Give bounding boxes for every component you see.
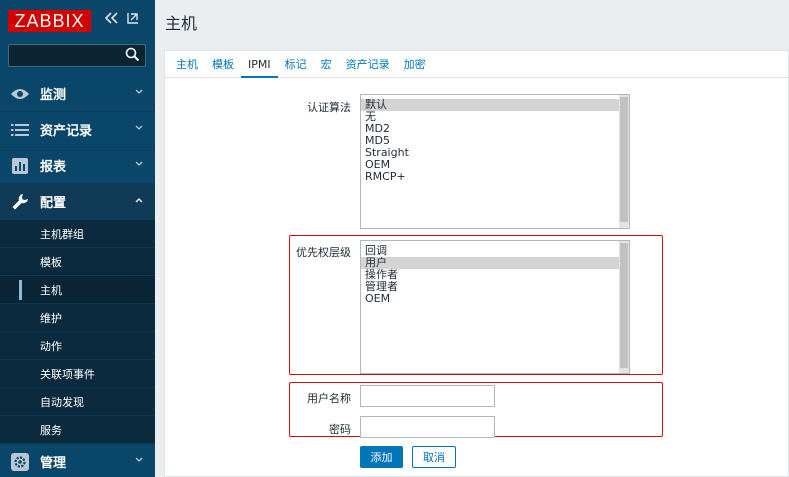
tab-host[interactable]: 主机 xyxy=(169,51,205,78)
auth-option-none[interactable]: 无 xyxy=(361,111,629,123)
privilege-listbox-scrollbar[interactable] xyxy=(619,241,629,373)
submenu-item-templates[interactable]: 模板 xyxy=(0,248,155,276)
wrench-icon xyxy=(10,192,30,212)
auth-listbox-scrollbar[interactable] xyxy=(619,95,629,228)
menu-item-configuration[interactable]: 配置 xyxy=(0,184,155,220)
privilege-option-admin[interactable]: 管理者 xyxy=(361,281,629,293)
auth-algorithm-label: 认证算法 xyxy=(307,101,351,114)
submenu-item-actions[interactable]: 动作 xyxy=(0,332,155,360)
username-label: 用户名称 xyxy=(307,392,351,405)
submenu-item-discovery[interactable]: 自动发现 xyxy=(0,388,155,416)
bar-chart-icon xyxy=(10,156,30,176)
username-input[interactable] xyxy=(360,385,495,407)
sidebar: ZABBIX 监测 资产记录 报表 配置 主机群组 模板 主机 维护 动作 关联… xyxy=(0,0,155,477)
page-title: 主机 xyxy=(165,14,198,33)
privilege-option-user[interactable]: 用户 xyxy=(361,257,629,269)
submenu-item-event-correlation[interactable]: 关联项事件 xyxy=(0,360,155,388)
privilege-level-listbox[interactable]: 回调 用户 操作者 管理者 OEM xyxy=(360,240,630,374)
page-header: 主机 xyxy=(155,0,789,42)
tab-encryption[interactable]: 加密 xyxy=(397,51,433,78)
configuration-submenu: 主机群组 模板 主机 维护 动作 关联项事件 自动发现 服务 xyxy=(0,220,155,444)
password-input[interactable] xyxy=(360,416,495,438)
zabbix-logo[interactable]: ZABBIX xyxy=(8,10,91,32)
chevron-down-icon xyxy=(135,123,143,134)
scroll-thumb[interactable] xyxy=(620,243,628,368)
submenu-item-host-groups[interactable]: 主机群组 xyxy=(0,220,155,248)
password-label: 密码 xyxy=(329,423,351,436)
submenu-item-services[interactable]: 服务 xyxy=(0,416,155,444)
privilege-level-label: 优先权层级 xyxy=(296,246,351,259)
tab-macros[interactable]: 宏 xyxy=(314,51,339,78)
privilege-option-oem[interactable]: OEM xyxy=(361,293,629,305)
auth-option-md2[interactable]: MD2 xyxy=(361,123,629,135)
auth-algorithm-listbox[interactable]: 默认 无 MD2 MD5 Straight OEM RMCP+ xyxy=(360,94,630,229)
host-form-panel: 主机 模板 IPMI 标记 宏 资产记录 加密 认证算法 默认 无 MD2 MD… xyxy=(164,50,789,477)
scroll-thumb[interactable] xyxy=(620,97,628,222)
tab-inventory[interactable]: 资产记录 xyxy=(339,51,397,78)
add-button[interactable]: 添加 xyxy=(360,446,403,468)
search-box xyxy=(8,44,146,67)
list-icon xyxy=(10,120,30,140)
menu-item-reports[interactable]: 报表 xyxy=(0,148,155,184)
privilege-option-callback[interactable]: 回调 xyxy=(361,245,629,257)
submenu-item-maintenance[interactable]: 维护 xyxy=(0,304,155,332)
tab-templates[interactable]: 模板 xyxy=(205,51,241,78)
menu-item-monitoring[interactable]: 监测 xyxy=(0,76,155,112)
auth-option-rmcp[interactable]: RMCP+ xyxy=(361,171,629,183)
menu-item-inventory[interactable]: 资产记录 xyxy=(0,112,155,148)
kiosk-mode-icon[interactable] xyxy=(127,12,139,28)
chevron-up-icon xyxy=(135,195,143,206)
tab-tags[interactable]: 标记 xyxy=(278,51,314,78)
privilege-option-operator[interactable]: 操作者 xyxy=(361,269,629,281)
auth-option-default[interactable]: 默认 xyxy=(361,99,629,111)
chevron-down-icon xyxy=(135,455,143,466)
collapse-sidebar-icon[interactable] xyxy=(104,12,119,28)
eye-icon xyxy=(10,84,30,104)
main-menu: 监测 资产记录 报表 配置 主机群组 模板 主机 维护 动作 关联项事件 自动发… xyxy=(0,76,155,477)
cancel-button[interactable]: 取消 xyxy=(412,446,456,468)
tab-ipmi[interactable]: IPMI xyxy=(241,51,278,78)
gear-icon xyxy=(10,452,30,472)
chevron-down-icon xyxy=(135,87,143,98)
tab-bar: 主机 模板 IPMI 标记 宏 资产记录 加密 xyxy=(165,51,788,78)
auth-option-straight[interactable]: Straight xyxy=(361,147,629,159)
search-input[interactable] xyxy=(9,45,121,66)
submenu-item-hosts[interactable]: 主机 xyxy=(0,276,155,304)
menu-item-administration[interactable]: 管理 xyxy=(0,444,155,477)
chevron-down-icon xyxy=(135,159,143,170)
search-icon[interactable] xyxy=(125,47,140,65)
